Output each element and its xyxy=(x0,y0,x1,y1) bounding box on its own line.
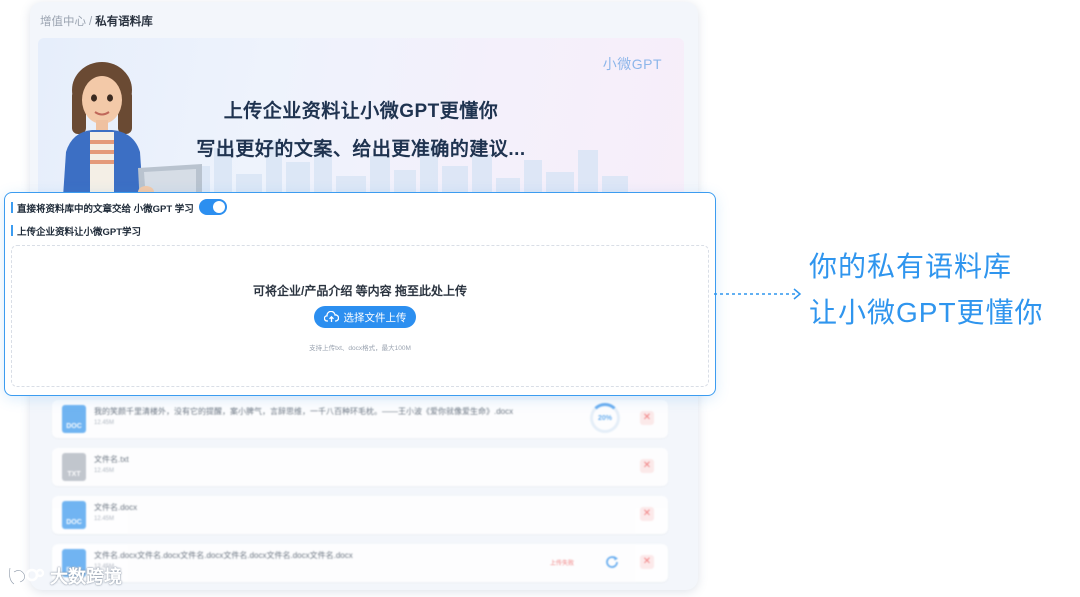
upload-section-title: 上传企业资料让小微GPT学习 xyxy=(11,224,141,238)
upload-progress: 20% xyxy=(590,403,620,433)
delete-file-button[interactable]: ✕ xyxy=(640,555,654,569)
retry-icon[interactable] xyxy=(604,554,620,570)
delete-file-button[interactable]: ✕ xyxy=(640,459,654,473)
brand-logo: 小微GPT xyxy=(602,56,662,72)
file-row[interactable]: DOC 文件名.docx文件名.docx文件名.docx文件名.docx文件名.… xyxy=(52,544,668,582)
watermark: 大数跨境 xyxy=(6,563,122,589)
dropzone-hint: 可将企业/产品介绍 等内容 拖至此处上传 xyxy=(252,284,467,298)
doc-file-icon: DOC xyxy=(62,501,86,529)
file-name: 文件名.docx xyxy=(94,503,138,512)
file-dropzone[interactable]: 可将企业/产品介绍 等内容 拖至此处上传 选择文件上传 支持上传txt、docx… xyxy=(11,245,709,387)
file-row[interactable]: DOC 文件名.docx 12.45M ✕ xyxy=(52,496,668,534)
select-file-upload-button[interactable]: 选择文件上传 xyxy=(314,306,416,328)
breadcrumb: 增值中心 / 私有语料库 xyxy=(40,13,153,29)
file-list: DOC 我的笑颜千里清楼外，没有它的提醒，案小脾气，言辞思维，一千八百种环毛枕。… xyxy=(52,400,668,590)
file-row[interactable]: DOC 我的笑颜千里清楼外，没有它的提醒，案小脾气，言辞思维，一千八百种环毛枕。… xyxy=(52,400,668,438)
file-size: 12.45M xyxy=(94,420,115,426)
callout-line-2: 让小微GPT更懂你 xyxy=(809,297,1044,328)
file-row[interactable]: TXT 文件名.txt 12.45M ✕ xyxy=(52,448,668,486)
watermark-logo-icon xyxy=(8,567,45,586)
banner-headline: 上传企业资料让小微GPT更懂你 xyxy=(223,101,499,122)
file-name: 我的笑颜千里清楼外，没有它的提醒，案小脾气，言辞思维，一千八百种环毛枕。——王小… xyxy=(94,407,514,416)
upload-button-label: 选择文件上传 xyxy=(343,311,407,324)
breadcrumb-current: 私有语料库 xyxy=(95,16,153,28)
banner-subheadline: 写出更好的文案、给出更准确的建议... xyxy=(196,139,526,160)
watermark-text: 大数跨境 xyxy=(50,567,122,587)
file-size: 12.45M xyxy=(94,516,115,522)
callout-line-1: 你的私有语料库 xyxy=(809,251,1013,282)
learn-toggle-switch[interactable] xyxy=(199,199,227,215)
breadcrumb-parent[interactable]: 增值中心 xyxy=(40,16,86,28)
toggle-knob xyxy=(213,201,225,213)
cloud-upload-icon xyxy=(323,311,339,322)
doc-file-icon: DOC xyxy=(62,405,86,433)
upload-failed-status: 上传失败 xyxy=(549,561,574,567)
toggle-label: 直接将资料库中的文章交给 小微GPT 学习 xyxy=(11,201,194,215)
upload-format-note: 支持上传txt、docx格式，最大100M xyxy=(309,345,411,352)
delete-file-button[interactable]: ✕ xyxy=(640,411,654,425)
upload-settings-card: 直接将资料库中的文章交给 小微GPT 学习 上传企业资料让小微GPT学习 可将企… xyxy=(4,192,716,396)
file-name: 文件名.docx文件名.docx文件名.docx文件名.docx文件名.docx… xyxy=(94,551,353,560)
delete-file-button[interactable]: ✕ xyxy=(640,507,654,521)
breadcrumb-separator: / xyxy=(89,16,93,28)
file-size: 12.45M xyxy=(94,468,115,474)
hero-banner: 小微GPT 上传企业资料让小微GPT更懂你 写出更好的文案、给出更准确的建议..… xyxy=(38,38,684,206)
callout-arrow-icon xyxy=(714,288,802,300)
avatar-illustration xyxy=(62,62,202,206)
file-name: 文件名.txt xyxy=(94,455,129,464)
txt-file-icon: TXT xyxy=(62,453,86,481)
